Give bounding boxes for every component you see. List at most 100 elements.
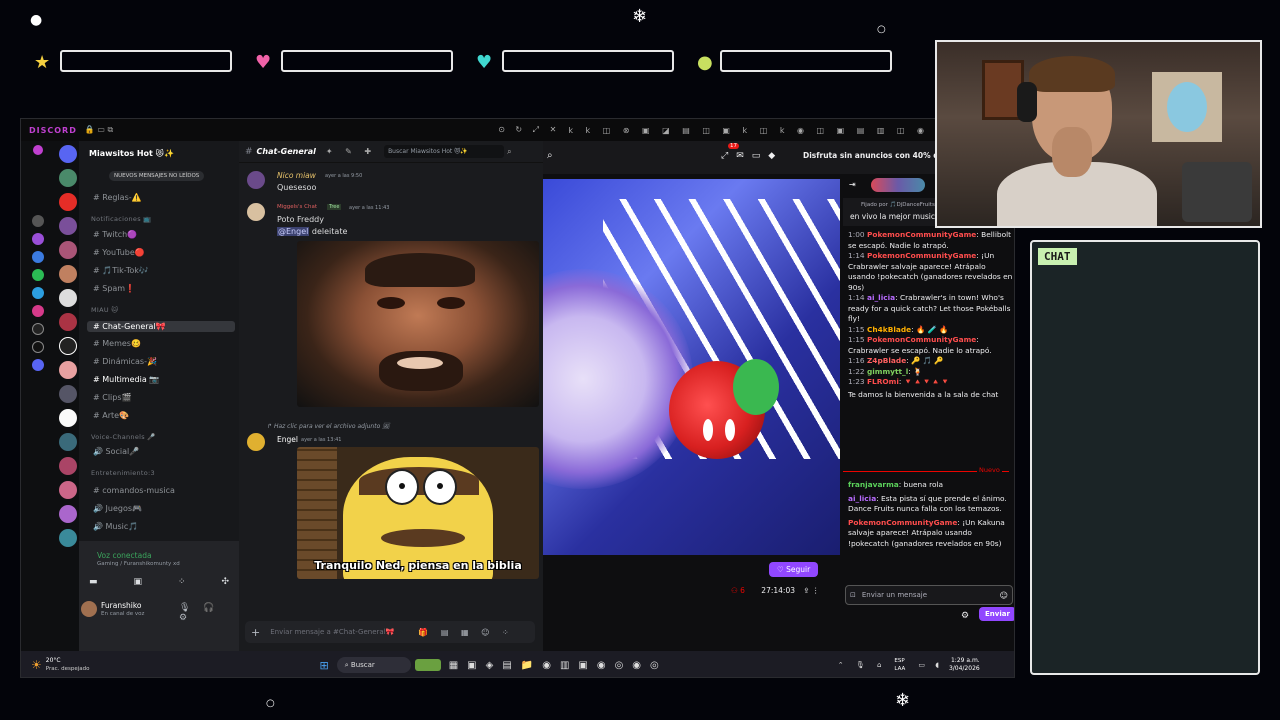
app-icon[interactable] <box>32 233 44 245</box>
chat-username[interactable]: ai_licia <box>867 293 895 302</box>
screen-share-icon[interactable]: ▣ <box>133 577 142 587</box>
x-icon[interactable] <box>32 341 44 353</box>
chat-username[interactable]: Ch4kBlade <box>867 325 911 334</box>
category-entretenimiento[interactable]: Entretenimiento:3 <box>91 469 155 477</box>
video-player[interactable] <box>543 179 840 555</box>
language-indicator[interactable]: ESP LAA <box>894 657 912 673</box>
chat-input[interactable]: ⊡ Enviar un mensaje ☺ <box>845 585 1013 605</box>
voice-channel-music[interactable]: 🔊 Music🎵 <box>93 522 138 531</box>
camera-icon[interactable]: ▬ <box>89 577 98 587</box>
instagram-icon[interactable] <box>32 305 44 317</box>
collapse-chat-icon[interactable]: ⇥ <box>849 180 856 189</box>
voice-channel-name[interactable]: Gaming / Furanshikomunty xd <box>97 561 180 567</box>
weather-widget[interactable]: 20°C Prac. despejado <box>46 657 90 673</box>
tray-icons[interactable]: ⌃ 🎙 ⌂ <box>838 661 887 669</box>
server-icon[interactable] <box>59 241 77 259</box>
telegram-icon[interactable] <box>32 287 44 299</box>
server-icon[interactable] <box>59 361 77 379</box>
channel-comandos-musica[interactable]: # comandos-musica <box>93 486 175 495</box>
tiktok-icon[interactable] <box>32 323 44 335</box>
chat-username[interactable]: PokemonCommunityGame <box>867 251 976 260</box>
share-icon[interactable]: ⇪ ⋮ <box>803 586 819 595</box>
server-icon[interactable] <box>59 409 77 427</box>
server-icon[interactable] <box>59 529 77 547</box>
messenger-icon[interactable] <box>32 251 44 263</box>
server-icon[interactable] <box>59 505 77 523</box>
soundboard-icon[interactable]: ✣ <box>221 577 229 587</box>
channel-multimedia[interactable]: # Multimedia 📷 <box>93 375 159 384</box>
chat-avatars[interactable] <box>871 178 925 192</box>
server-icon[interactable] <box>59 433 77 451</box>
server-icon[interactable] <box>59 313 77 331</box>
avatar[interactable] <box>247 171 265 189</box>
server-icon[interactable] <box>59 169 77 187</box>
header-icons[interactable]: ✦ ✎ ✚ <box>326 147 376 156</box>
avatar[interactable] <box>81 601 97 617</box>
chat-username[interactable]: FLROmi <box>867 377 899 386</box>
channel-tiktok[interactable]: # 🎵Tik-Tok🎶 <box>93 266 149 275</box>
chat-username[interactable]: PokemonCommunityGame <box>848 518 957 527</box>
start-icon[interactable]: ⊞ <box>320 659 329 672</box>
message-input[interactable]: + Enviar mensaje a #Chat-General🎀 🎁 ▤ ▦ … <box>245 621 535 643</box>
browser-bookmarks-bar[interactable]: k k ◫ ⊗ ▣ ◪ ▤ ◫ ▣ k ◫ k ◉ ◫ ▣ ▤ ▥ ◫ ◉ ◫ … <box>568 126 988 135</box>
server-icon[interactable] <box>59 265 77 283</box>
server-icon[interactable] <box>59 217 77 235</box>
taskbar-search[interactable]: ⌕ Buscar <box>336 657 411 673</box>
search-icon[interactable]: ⌕ <box>547 150 553 161</box>
settings-icon[interactable] <box>32 215 44 227</box>
channel-arte[interactable]: # Arte🎨 <box>93 411 129 420</box>
app-icon[interactable] <box>33 145 43 155</box>
discord-home-icon[interactable] <box>59 145 77 163</box>
image-attachment[interactable]: Tranquilo Ned, piensa en la biblia <box>297 447 539 579</box>
avatar[interactable] <box>247 433 265 451</box>
titlebar-controls[interactable]: ⊙ ↻ ⤢ ✕ <box>498 125 560 135</box>
channel-spam[interactable]: # Spam❗ <box>93 284 135 293</box>
search-input[interactable]: Buscar Miawsitos Hot 😻✨ <box>384 145 505 158</box>
category-notificaciones[interactable]: Notificaciones 📺 <box>91 215 152 223</box>
user-mention[interactable]: @Engel <box>277 227 310 236</box>
category-main[interactable]: MIAU 🐱 <box>91 306 118 314</box>
tray-icons[interactable]: ▭ ◖ <box>918 661 943 669</box>
send-button[interactable]: Enviar <box>979 607 1014 621</box>
server-icon[interactable] <box>59 289 77 307</box>
taskbar-apps[interactable]: ▦▣◈▤📁◉▥▣◉◎◉◎ <box>449 660 668 671</box>
activities-icon[interactable]: ⁘ <box>178 577 186 587</box>
channel-twitch[interactable]: # Twitch🟣 <box>93 230 137 239</box>
add-attachment-icon[interactable]: + <box>251 626 260 639</box>
weather-icon[interactable]: ☀ <box>31 658 42 672</box>
channel-memes[interactable]: # Memes🥴 <box>93 339 141 348</box>
message-author[interactable]: Engel <box>277 435 298 444</box>
emote-icon[interactable]: ☺ <box>1000 591 1008 600</box>
server-name[interactable]: Miawsitos Hot 😻✨ <box>89 149 174 158</box>
chat-username[interactable]: PokemonCommunityGame <box>867 335 976 344</box>
search-icon[interactable]: ⌕ <box>507 147 511 157</box>
chat-username[interactable]: franjavarma <box>848 480 899 489</box>
server-icon[interactable] <box>59 193 77 211</box>
widget-icon[interactable] <box>414 659 441 671</box>
server-icon[interactable] <box>59 385 77 403</box>
channel-dinamicas[interactable]: # Dinámicas-🎉 <box>93 357 157 366</box>
server-icon[interactable] <box>59 337 77 355</box>
voice-channel-social[interactable]: 🔊 Social🎤 <box>93 447 139 456</box>
chat-username[interactable]: gimmytt_l <box>867 367 908 376</box>
user-controls[interactable]: 🎙 🎧 ⚙ <box>179 603 239 623</box>
image-attachment[interactable] <box>297 241 539 407</box>
channel-youtube[interactable]: # YouTube🔴 <box>93 248 145 257</box>
chat-username[interactable]: Z4pBlade <box>867 356 906 365</box>
server-icon[interactable] <box>59 457 77 475</box>
chat-username[interactable]: PokemonCommunityGame <box>867 230 976 239</box>
clock[interactable]: 1:29 a.m. 3/04/2026 <box>949 657 980 673</box>
follow-button[interactable]: ♡ Seguir <box>769 562 819 577</box>
ad-free-banner[interactable]: Disfruta sin anuncios con 40% d <box>803 151 939 160</box>
channel-clips[interactable]: # Clips🎬 <box>93 393 132 402</box>
chat-username[interactable]: ai_licia <box>848 494 876 503</box>
message-author[interactable]: Miggels's Chat <box>277 204 317 210</box>
channel-reglas[interactable]: # Reglas-⚠️ <box>93 193 142 202</box>
server-icon[interactable] <box>59 481 77 499</box>
unread-banner[interactable]: NUEVOS MENSAJES NO LEÍDOS <box>109 171 205 181</box>
voice-channel-juegos[interactable]: 🔊 Juegos🎮 <box>93 504 142 513</box>
avatar[interactable] <box>247 203 265 221</box>
channel-chat-general[interactable]: # Chat-General🎀 <box>87 321 235 332</box>
twitch-nav-icons[interactable]: ⤢✉▭◆ <box>721 151 783 161</box>
message-author[interactable]: Nico miaw <box>277 171 316 180</box>
